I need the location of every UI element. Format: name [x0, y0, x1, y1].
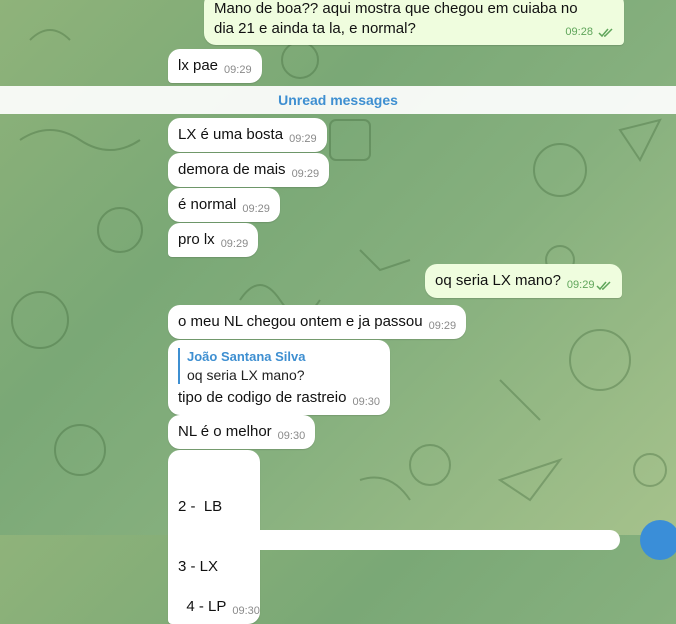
message-incoming[interactable]: NL é o melhor 09:30	[168, 415, 316, 449]
message-text: é normal	[178, 196, 237, 213]
message-text-line: 4 - LP	[186, 598, 227, 615]
message-incoming-reply[interactable]: João Santana Silva oq seria LX mano? tip…	[168, 340, 390, 415]
message-text-line: dia 21 e ainda ta la, e normal?	[214, 20, 416, 37]
message-text: demora de mais	[178, 161, 286, 178]
unread-messages-divider: Unread messages	[0, 86, 676, 114]
message-incoming[interactable]: pro lx 09:29	[168, 223, 259, 257]
double-check-icon	[596, 281, 611, 291]
message-text: tipo de codigo de rastreio	[178, 389, 347, 406]
message-time: 09:29	[242, 203, 270, 215]
message-text: oq seria LX mano?	[435, 272, 561, 289]
scroll-down-button[interactable]	[640, 520, 676, 560]
double-check-icon	[598, 28, 613, 38]
message-text-line: 2 - LB	[178, 498, 223, 515]
message-time: 09:29	[428, 320, 457, 332]
message-text: pro lx	[178, 231, 215, 248]
message-time: 09:30	[352, 396, 380, 408]
message-time: 09:29	[566, 279, 595, 291]
message-text-line: Mano de boa?? aqui mostra que chegou em …	[214, 0, 578, 17]
message-incoming[interactable]: é normal 09:29	[168, 188, 280, 222]
unread-label: Unread messages	[278, 92, 398, 108]
message-time: 09:28	[565, 26, 593, 38]
message-incoming[interactable]: lx pae 09:29	[168, 49, 262, 83]
message-time: 09:30	[277, 430, 306, 442]
message-text: o meu NL chegou ontem e ja passou	[178, 313, 423, 330]
message-time: 09:29	[220, 238, 249, 250]
message-time: 09:29	[224, 64, 252, 76]
reply-preview[interactable]: João Santana Silva oq seria LX mano?	[178, 348, 380, 384]
message-outgoing[interactable]: Mano de boa?? aqui mostra que chegou em …	[204, 0, 624, 45]
reply-author: João Santana Silva	[187, 349, 306, 364]
message-incoming[interactable]: o meu NL chegou ontem e ja passou 09:29	[168, 305, 467, 339]
message-time: 09:29	[291, 168, 320, 180]
message-text: lx pae	[178, 57, 219, 74]
message-text-line: 3 - LX	[178, 558, 219, 575]
message-text: NL é o melhor	[178, 423, 272, 440]
message-text: LX é uma bosta	[178, 126, 284, 143]
reply-text: oq seria LX mano?	[187, 367, 305, 383]
message-time: 09:30	[232, 605, 260, 617]
message-incoming[interactable]: LX é uma bosta 09:29	[168, 118, 327, 152]
message-outgoing[interactable]: oq seria LX mano? 09:29	[425, 264, 623, 298]
next-message-partial	[170, 530, 620, 550]
message-incoming[interactable]: demora de mais 09:29	[168, 153, 330, 187]
message-time: 09:29	[289, 133, 317, 145]
